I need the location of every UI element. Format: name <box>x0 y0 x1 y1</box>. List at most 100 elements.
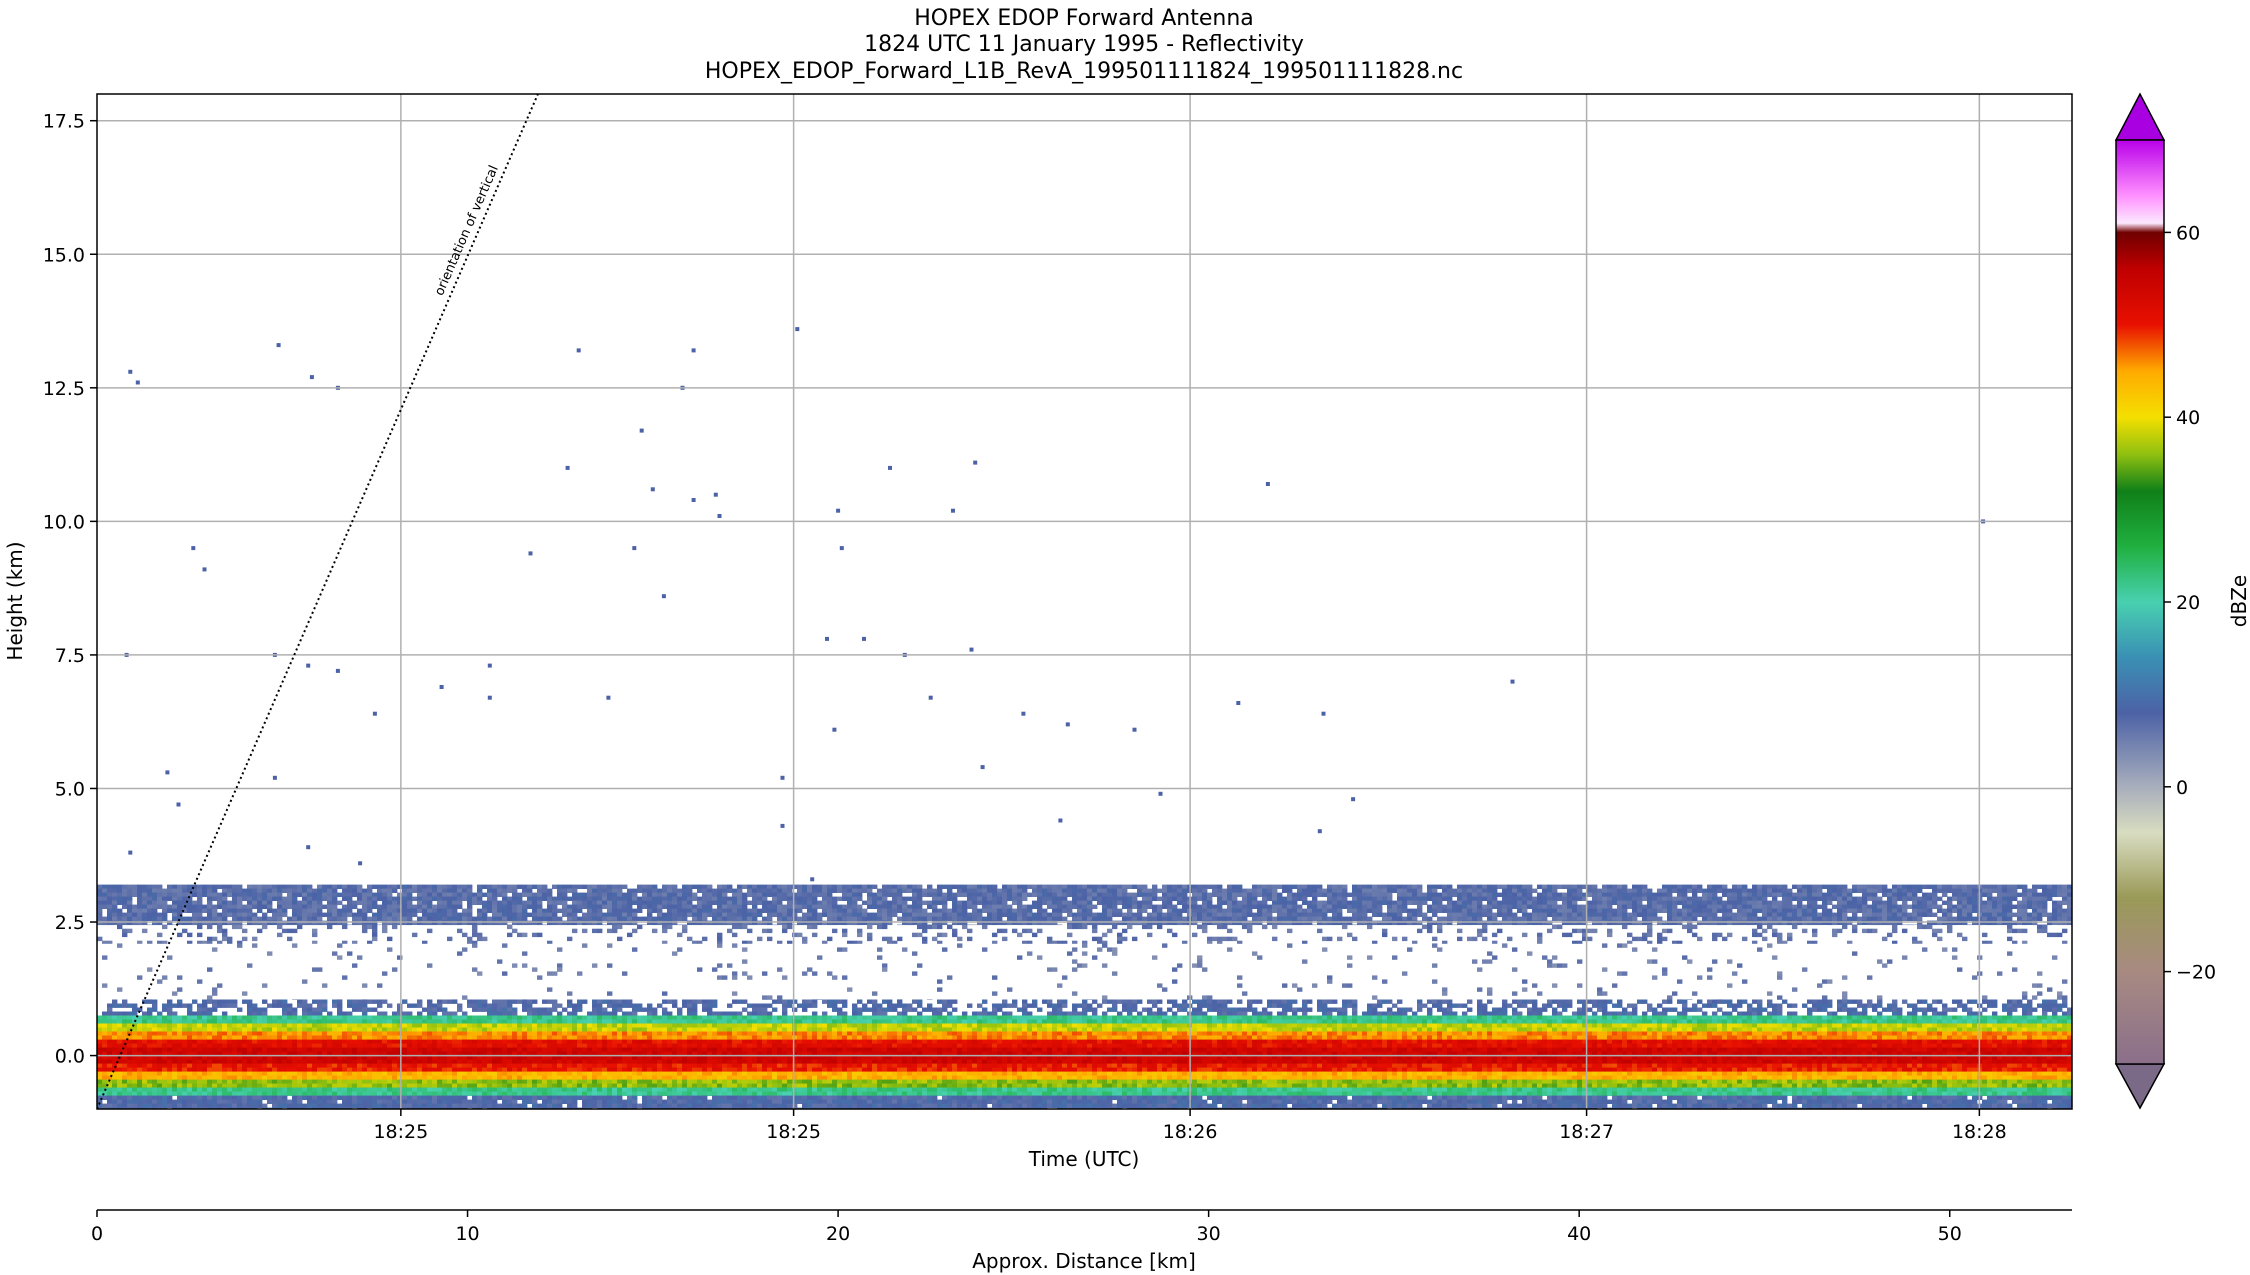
reflectivity-cell <box>1107 916 1113 921</box>
reflectivity-cell <box>1017 896 1023 901</box>
reflectivity-cell <box>1367 892 1373 897</box>
reflectivity-cell <box>872 916 878 921</box>
reflectivity-cell <box>992 916 998 921</box>
reflectivity-cell <box>952 928 958 934</box>
reflectivity-cell <box>1192 904 1198 909</box>
reflectivity-cell <box>1167 904 1173 909</box>
reflectivity-cell <box>97 920 103 925</box>
reflectivity-cell <box>1502 943 1508 948</box>
reflectivity-cell <box>1982 912 1988 917</box>
reflectivity-cell <box>767 904 773 909</box>
reflectivity-cell <box>1967 896 1973 901</box>
reflectivity-cell <box>1302 959 1308 964</box>
reflectivity-cell <box>892 940 898 944</box>
reflectivity-cell <box>627 999 633 1004</box>
reflectivity-cell <box>232 904 238 909</box>
reflectivity-cell <box>1232 908 1238 913</box>
reflectivity-cell <box>462 892 468 897</box>
reflectivity-cell <box>1667 900 1673 905</box>
reflectivity-cell <box>2052 916 2058 921</box>
reflectivity-cell <box>1522 979 1528 984</box>
reflectivity-cell <box>562 900 568 905</box>
reflectivity-cell <box>117 884 123 889</box>
reflectivity-cell <box>492 916 498 921</box>
reflectivity-cell <box>477 936 483 942</box>
reflectivity-cell <box>1292 908 1298 913</box>
reflectivity-cell <box>762 908 768 913</box>
reflectivity-cell <box>232 912 238 917</box>
reflectivity-cell <box>962 900 968 905</box>
reflectivity-cell <box>867 900 873 905</box>
reflectivity-cell <box>407 896 413 901</box>
reflectivity-cell <box>332 892 338 897</box>
reflectivity-cell <box>202 920 208 925</box>
reflectivity-cell <box>847 912 853 917</box>
reflectivity-cell <box>302 900 308 905</box>
reflectivity-cell <box>487 1003 493 1008</box>
reflectivity-cell <box>1382 888 1388 893</box>
reflectivity-cell <box>1032 884 1038 889</box>
reflectivity-cell <box>1557 912 1563 917</box>
reflectivity-cell <box>1462 904 1468 909</box>
reflectivity-cell <box>1227 936 1233 942</box>
reflectivity-cell <box>1772 904 1778 909</box>
reflectivity-cell <box>2007 888 2013 893</box>
reflectivity-cell <box>2002 892 2008 897</box>
reflectivity-cell <box>1932 884 1938 889</box>
reflectivity-cell <box>1502 920 1508 925</box>
reflectivity-cell <box>1432 908 1438 913</box>
reflectivity-cell <box>1357 912 1363 917</box>
reflectivity-cell <box>847 892 853 897</box>
reflectivity-cell <box>582 999 588 1004</box>
reflectivity-cell <box>1017 900 1023 905</box>
reflectivity-cell <box>1657 936 1663 942</box>
reflectivity-cell <box>1472 916 1478 921</box>
reflectivity-cell <box>1832 904 1838 909</box>
reflectivity-cell <box>437 904 443 909</box>
reflectivity-cell <box>1072 912 1078 917</box>
reflectivity-cell <box>1827 999 1833 1004</box>
reflectivity-cell <box>547 896 553 901</box>
reflectivity-cell <box>1082 896 1088 901</box>
reflectivity-cell <box>1297 896 1303 901</box>
reflectivity-cell <box>797 1003 803 1008</box>
reflectivity-cell <box>1342 884 1348 889</box>
reflectivity-cell <box>2007 951 2013 956</box>
reflectivity-cell <box>622 920 628 925</box>
reflectivity-cell <box>1642 999 1648 1004</box>
reflectivity-cell <box>2052 999 2058 1004</box>
reflectivity-cell <box>1842 892 1848 897</box>
reflectivity-cell <box>552 971 558 976</box>
reflectivity-cell <box>867 920 873 925</box>
reflectivity-cell <box>1452 916 1458 921</box>
reflectivity-cell <box>1832 916 1838 921</box>
reflectivity-cell <box>2037 900 2043 905</box>
reflectivity-cell <box>942 908 948 913</box>
reflectivity-cell <box>512 999 518 1004</box>
reflectivity-cell <box>1207 904 1213 909</box>
reflectivity-cell <box>547 892 553 897</box>
reflectivity-cell <box>452 912 458 917</box>
reflectivity-cell <box>832 975 838 980</box>
reflectivity-cell <box>2037 928 2043 934</box>
reflectivity-cell <box>1527 920 1533 925</box>
reflectivity-cell <box>817 900 823 905</box>
reflectivity-cell <box>1607 999 1613 1004</box>
reflectivity-cell <box>917 916 923 921</box>
reflectivity-cell <box>1707 975 1713 980</box>
reflectivity-cell <box>2032 904 2038 909</box>
reflectivity-cell <box>1587 904 1593 909</box>
reflectivity-cell <box>367 884 373 889</box>
reflectivity-cell <box>1522 999 1528 1004</box>
reflectivity-cell <box>1052 888 1058 893</box>
reflectivity-cell <box>697 912 703 917</box>
reflectivity-cell <box>642 884 648 889</box>
reflectivity-cell <box>967 888 973 893</box>
reflectivity-cell <box>1057 940 1063 944</box>
reflectivity-cell <box>237 888 243 893</box>
reflectivity-cell <box>2052 932 2058 938</box>
reflectivity-cell <box>592 916 598 921</box>
reflectivity-cell <box>982 900 988 905</box>
reflectivity-cell <box>1722 916 1728 921</box>
reflectivity-cell <box>987 920 993 925</box>
